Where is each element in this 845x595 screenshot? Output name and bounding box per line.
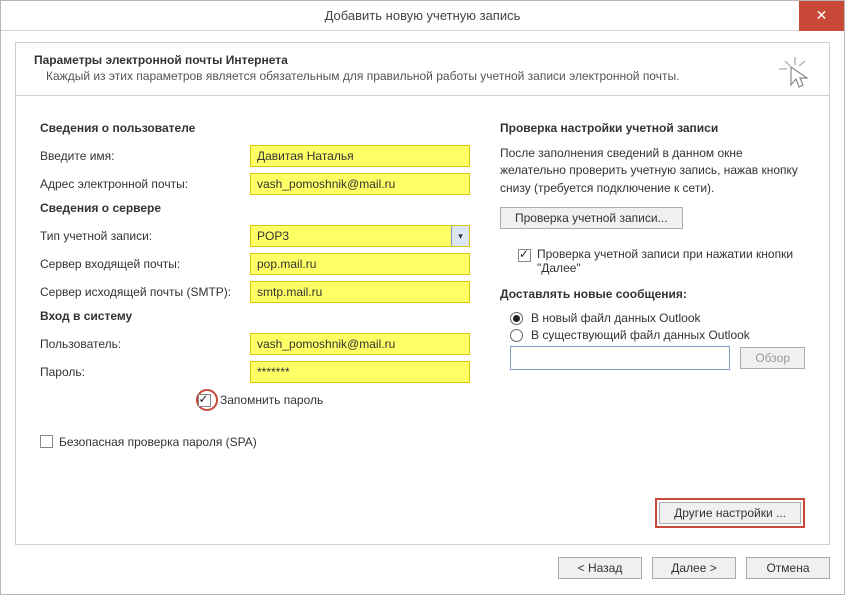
cancel-button[interactable]: Отмена (746, 557, 830, 579)
more-settings-button[interactable]: Другие настройки ... (659, 502, 801, 524)
email-input[interactable] (250, 173, 470, 195)
header-title: Параметры электронной почты Интернета (34, 53, 811, 67)
test-on-next-checkbox[interactable] (518, 249, 531, 262)
close-button[interactable]: ✕ (799, 1, 844, 31)
dialog-footer: < Назад Далее > Отмена (15, 551, 830, 585)
password-input[interactable] (250, 361, 470, 383)
name-label: Введите имя: (40, 149, 250, 163)
next-button[interactable]: Далее > (652, 557, 736, 579)
test-account-button[interactable]: Проверка учетной записи... (500, 207, 683, 229)
incoming-input[interactable] (250, 253, 470, 275)
existing-file-path-input[interactable] (510, 346, 730, 370)
remember-password-checkbox[interactable] (198, 394, 211, 407)
browse-button[interactable]: Обзор (740, 347, 805, 369)
radio-new-file[interactable] (510, 312, 523, 325)
section-server-title: Сведения о сервере (40, 201, 470, 215)
section-user-title: Сведения о пользователе (40, 121, 470, 135)
highlight-ring (196, 389, 218, 411)
section-test-title: Проверка настройки учетной записи (500, 121, 805, 135)
cursor-icon (779, 57, 811, 89)
outgoing-input[interactable] (250, 281, 470, 303)
incoming-label: Сервер входящей почты: (40, 257, 250, 271)
user-input[interactable] (250, 333, 470, 355)
right-column: Проверка настройки учетной записи После … (500, 115, 805, 453)
window-title: Добавить новую учетную запись (325, 8, 521, 23)
dialog-body: Параметры электронной почты Интернета Ка… (15, 42, 830, 545)
user-label: Пользователь: (40, 337, 250, 351)
back-button[interactable]: < Назад (558, 557, 642, 579)
password-label: Пароль: (40, 365, 250, 379)
deliver-title: Доставлять новые сообщения: (500, 287, 805, 301)
left-column: Сведения о пользователе Введите имя: Адр… (40, 115, 470, 453)
outgoing-label: Сервер исходящей почты (SMTP): (40, 285, 250, 299)
radio-new-label: В новый файл данных Outlook (531, 311, 701, 325)
test-on-next-label: Проверка учетной записи при нажатии кноп… (537, 247, 805, 275)
spa-checkbox[interactable] (40, 435, 53, 448)
dialog-header: Параметры электронной почты Интернета Ка… (16, 43, 829, 96)
test-description: После заполнения сведений в данном окне … (500, 145, 805, 197)
chevron-down-icon: ▾ (451, 226, 469, 246)
radio-existing-label: В существующий файл данных Outlook (531, 328, 750, 342)
header-subtitle: Каждый из этих параметров является обяза… (34, 69, 811, 83)
content-area: Сведения о пользователе Введите имя: Адр… (16, 105, 829, 544)
section-login-title: Вход в систему (40, 309, 470, 323)
account-type-label: Тип учетной записи: (40, 229, 250, 243)
title-bar: Добавить новую учетную запись ✕ (1, 1, 844, 31)
account-type-value: POP3 (257, 226, 289, 246)
spa-label: Безопасная проверка пароля (SPA) (59, 435, 257, 449)
remember-password-label: Запомнить пароль (220, 393, 323, 407)
email-label: Адрес электронной почты: (40, 177, 250, 191)
account-type-select[interactable]: POP3 ▾ (250, 225, 470, 247)
highlight-rect: Другие настройки ... (655, 498, 805, 528)
name-input[interactable] (250, 145, 470, 167)
radio-existing-file[interactable] (510, 329, 523, 342)
